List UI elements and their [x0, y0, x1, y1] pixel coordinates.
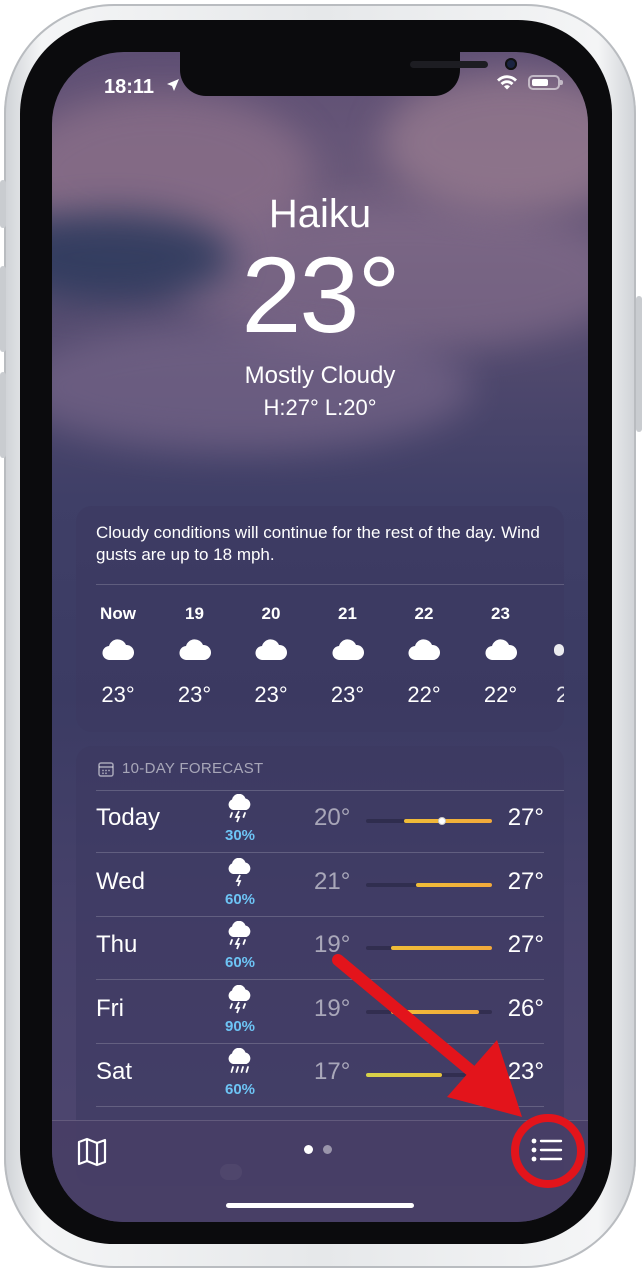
temperature-range-bar — [391, 946, 492, 950]
hourly-forecast-card[interactable]: Cloudy conditions will continue for the … — [76, 506, 564, 732]
low-temperature: 20° — [314, 804, 351, 831]
forecast-row[interactable]: Thu 60% 19° 27° — [96, 917, 544, 980]
front-camera — [505, 58, 517, 70]
hour-temperature: 22° — [483, 682, 518, 707]
forecast-row[interactable]: Wed 60% 21° 27° — [96, 854, 544, 917]
list-icon[interactable] — [530, 1135, 564, 1165]
cloud-icon — [255, 639, 288, 661]
hour-label: 23 — [491, 604, 510, 623]
weather-screen[interactable]: 18:11 Haiku 23° Mostly Cloudy H:27° L:20… — [52, 52, 588, 1222]
location-arrow-icon — [167, 79, 179, 91]
forecast-header-label: 10-DAY FORECAST — [122, 760, 264, 777]
precipitation-chance: 60% — [224, 1081, 256, 1098]
speaker — [410, 61, 488, 68]
page-dot[interactable] — [323, 1145, 332, 1154]
low-temperature: 21° — [314, 867, 351, 895]
temperature-range-bar — [416, 882, 492, 887]
forecast-summary: Cloudy conditions will continue for the … — [96, 523, 540, 564]
thunderstorm-rain-icon — [228, 920, 251, 950]
volume-up-button — [0, 266, 6, 352]
day-label: Wed — [96, 867, 145, 895]
hourly-overflow-item: 2 — [534, 604, 564, 708]
cloud-icon — [178, 639, 211, 661]
precipitation-chance: 30% — [224, 827, 256, 844]
high-temperature: 26° — [507, 994, 544, 1022]
page-dot[interactable] — [304, 1145, 313, 1154]
low-temperature: 19° — [314, 994, 351, 1022]
day-label: Fri — [96, 994, 124, 1022]
high-temperature: 23° — [507, 1058, 544, 1085]
hour-label: Now — [100, 604, 136, 623]
status-icons — [496, 74, 563, 90]
map-icon[interactable] — [76, 1137, 108, 1167]
day-label: Today — [96, 804, 161, 831]
hourly-item: 20 23° — [241, 604, 301, 708]
page-indicator[interactable] — [304, 1145, 332, 1154]
precipitation-chance: 60% — [224, 954, 256, 971]
hour-label: 20 — [261, 604, 281, 623]
hour-temperature: 23° — [177, 682, 212, 707]
hour-label: 19 — [185, 604, 204, 623]
temperature-range-bar — [391, 1009, 480, 1014]
low-temperature: 17° — [314, 1058, 351, 1085]
side-button — [636, 296, 642, 432]
divider — [96, 584, 564, 585]
temperature-range-track — [366, 1009, 492, 1014]
bottom-toolbar — [52, 1120, 588, 1222]
high-temperature: 27° — [507, 931, 544, 958]
low-temperature: 19° — [314, 931, 351, 958]
cloud-icon — [102, 639, 135, 661]
high-low-text: H:27° L:20° — [263, 395, 377, 420]
home-indicator[interactable] — [226, 1203, 414, 1208]
hour-label: 22 — [414, 604, 434, 623]
calendar-icon — [98, 761, 114, 777]
status-time: 18:11 — [104, 76, 155, 98]
high-temperature: 27° — [507, 867, 544, 895]
cloud-icon — [408, 639, 441, 661]
hourly-item: 23 22° — [471, 604, 531, 708]
hourly-item: 19 23° — [165, 604, 225, 708]
forecast-row[interactable]: Today 30% 20° 27° — [96, 790, 544, 853]
hourly-item: Now 23° — [88, 604, 148, 708]
row-divider — [96, 1106, 544, 1107]
temperature-range-track — [366, 817, 492, 825]
hourly-item: 22 22° — [394, 604, 454, 708]
temperature-range-bar — [403, 819, 492, 823]
hour-temperature: 23° — [254, 682, 288, 707]
thunderstorm-rain-icon — [228, 793, 251, 823]
forecast-header: 10-DAY FORECAST — [98, 760, 263, 777]
day-label: Sat — [96, 1058, 133, 1085]
rain-icon — [228, 1047, 251, 1073]
battery-icon — [528, 74, 563, 90]
current-temperature: 23° — [241, 234, 400, 355]
thunderstorm-rain-icon — [228, 984, 251, 1013]
forecast-row[interactable]: Sat 60% 17° 23° — [96, 1044, 544, 1107]
temperature-range-track — [366, 946, 492, 950]
temperature-range-bar — [366, 1073, 442, 1077]
hourly-item: 21 23° — [318, 604, 378, 708]
hour-temperature: 23° — [101, 682, 135, 707]
cloud-icon — [484, 639, 517, 661]
temperature-range-track — [366, 882, 492, 887]
city-name: Haiku — [268, 192, 372, 236]
cloud-icon — [331, 639, 364, 661]
precipitation-chance: 60% — [224, 890, 256, 908]
notch — [180, 52, 517, 96]
condition-text: Mostly Cloudy — [244, 362, 396, 389]
current-temperature-marker — [437, 817, 446, 825]
mute-switch — [0, 180, 6, 228]
wifi-icon — [497, 75, 517, 90]
hour-temperature: 22° — [407, 682, 441, 707]
precipitation-chance: 90% — [224, 1017, 256, 1035]
day-label: Thu — [96, 931, 138, 958]
forecast-row[interactable]: Fri 90% 19° 26° — [96, 981, 544, 1044]
high-temperature: 27° — [507, 804, 544, 831]
hour-label: 21 — [338, 604, 357, 623]
volume-down-button — [0, 372, 6, 458]
temperature-range-track — [366, 1073, 492, 1077]
hour-temperature: 23° — [330, 682, 365, 707]
thunderstorm-icon — [228, 857, 251, 886]
